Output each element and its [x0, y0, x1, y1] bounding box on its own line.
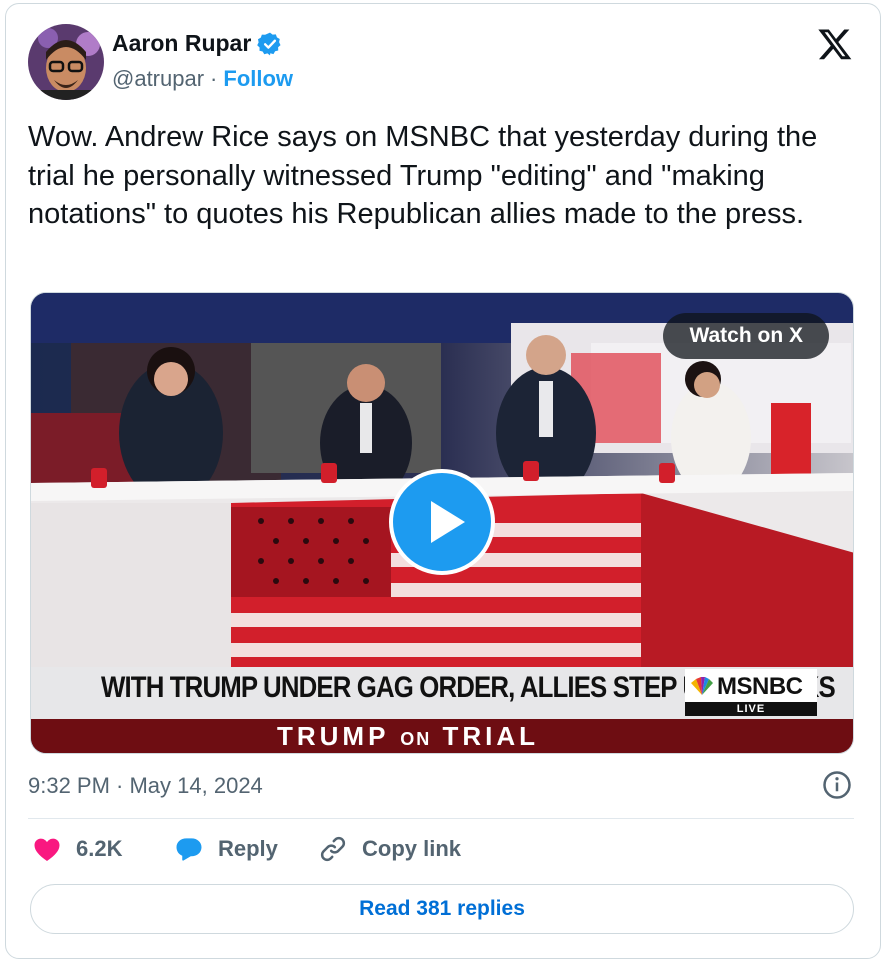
author-name[interactable]: Aaron Rupar — [112, 30, 251, 57]
video-player[interactable]: Watch on X WITH TRUMP UNDER GAG ORDER, A… — [30, 292, 854, 754]
link-icon — [320, 836, 346, 862]
segment-word-3: TRIAL — [442, 721, 539, 751]
avatar[interactable] — [28, 24, 104, 100]
author-name-row: Aaron Rupar — [112, 30, 283, 57]
heart-icon — [34, 838, 60, 861]
reply-button[interactable]: Reply — [174, 834, 278, 864]
network-name: MSNBC — [717, 673, 803, 700]
tweet-text: Wow. Andrew Rice says on MSNBC that yest… — [28, 121, 818, 230]
x-logo-icon[interactable] — [816, 26, 854, 62]
reply-bubble-icon — [176, 838, 202, 861]
like-count: 6.2K — [76, 836, 123, 861]
tweet-timestamp[interactable]: 9:32 PM · May 14, 2024 — [28, 773, 263, 799]
copy-link-button[interactable]: Copy link — [318, 834, 461, 864]
segment-title: TRUMP ON TRIAL — [277, 721, 539, 752]
verified-badge-icon — [257, 32, 281, 55]
divider — [28, 818, 854, 819]
info-icon[interactable] — [822, 770, 852, 800]
live-label: LIVE — [736, 703, 766, 715]
like-button[interactable]: 6.2K — [32, 834, 122, 864]
play-icon[interactable] — [389, 469, 495, 575]
read-replies-button[interactable]: Read 381 replies — [30, 884, 854, 934]
segment-word-2: ON — [400, 729, 432, 749]
separator-dot: · — [210, 66, 218, 91]
copy-link-label: Copy link — [362, 836, 462, 861]
watch-on-x-button[interactable]: Watch on X — [663, 313, 829, 359]
peacock-logo-icon — [691, 677, 713, 695]
author-handle[interactable]: @atrupar — [112, 66, 204, 92]
segment-word-1: TRUMP — [277, 721, 389, 751]
reply-label: Reply — [218, 836, 278, 861]
follow-button[interactable]: Follow — [223, 66, 293, 92]
author-handle-row: @atrupar · Follow — [112, 66, 293, 92]
